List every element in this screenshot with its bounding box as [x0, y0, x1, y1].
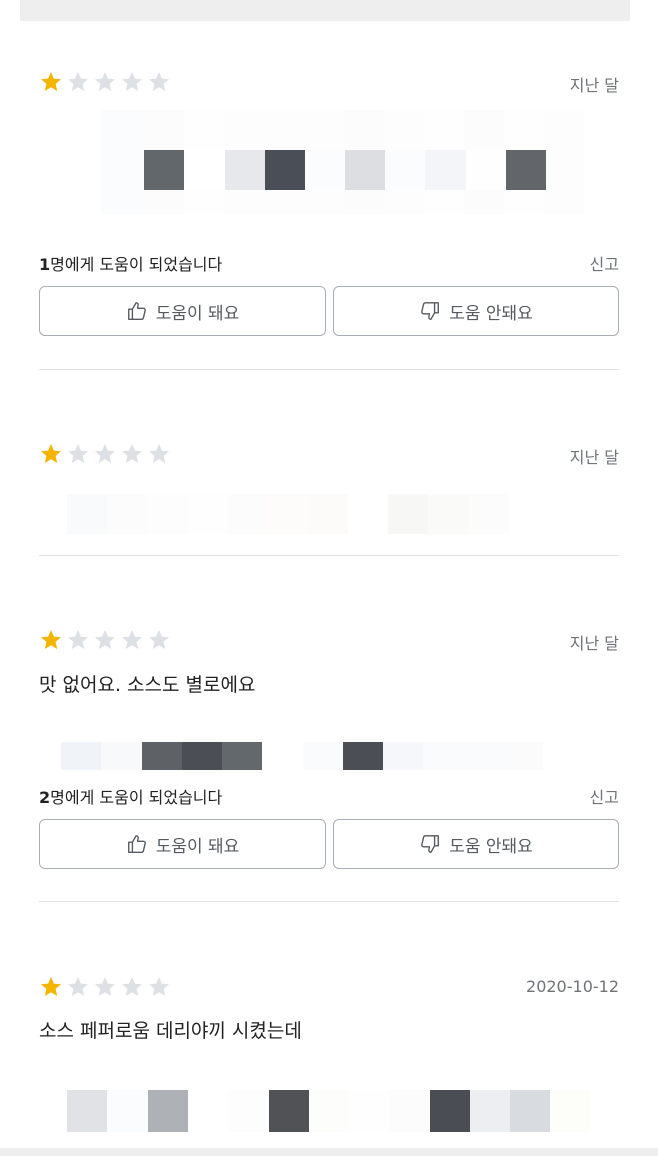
star-icon: [149, 72, 169, 91]
star-rating: [39, 628, 171, 652]
report-link[interactable]: 신고: [590, 251, 619, 275]
review-date: 지난 달: [569, 448, 619, 467]
thumbs-up-icon: [127, 302, 146, 320]
star-icon: [41, 444, 61, 463]
review-text: 맛 없어요. 소스도 별로에요: [39, 674, 256, 696]
star-icon: [41, 72, 61, 91]
star-icon: [122, 72, 142, 91]
star-icon: [149, 630, 169, 649]
star-icon: [68, 72, 88, 91]
star-icon: [41, 630, 61, 649]
thumbs-up-icon: [127, 835, 146, 853]
star-icon: [122, 444, 142, 463]
review-date: 지난 달: [569, 76, 619, 95]
star-rating: [39, 70, 171, 94]
blurred-review-image-row: [144, 150, 546, 190]
star-icon: [122, 977, 142, 996]
star-rating: [39, 442, 171, 466]
review-date: 2020-10-12: [526, 977, 619, 996]
review-card-4: 2020-10-12 소스 페퍼로움 데리야끼 시켰는데: [39, 902, 619, 1148]
star-icon: [95, 72, 115, 91]
report-link[interactable]: 신고: [590, 784, 619, 808]
star-icon: [122, 630, 142, 649]
helpful-count-text: 2명에게 도움이 되었습니다: [39, 788, 223, 807]
star-icon: [149, 444, 169, 463]
star-icon: [41, 977, 61, 996]
star-rating: [39, 975, 171, 999]
blurred-review-image: [61, 742, 543, 770]
review-date: 지난 달: [569, 634, 619, 653]
helpful-count-text: 1명에게 도움이 되었습니다: [39, 255, 223, 274]
star-icon: [68, 977, 88, 996]
blurred-review-image: [67, 494, 509, 534]
not-helpful-button[interactable]: 도움 안돼요: [333, 819, 619, 869]
star-icon: [68, 630, 88, 649]
review-card-3: 지난 달 맛 없어요. 소스도 별로에요 2명에게 도움이 되었습니다 신고 도…: [39, 556, 619, 902]
review-card-2: 지난 달: [39, 370, 619, 556]
star-icon: [68, 444, 88, 463]
blurred-review-image: [67, 1090, 590, 1132]
helpful-button[interactable]: 도움이 돼요: [39, 819, 326, 869]
thumbs-down-icon: [421, 302, 440, 320]
star-icon: [95, 444, 115, 463]
review-text: 소스 페퍼로움 데리야끼 시켰는데: [39, 1020, 302, 1042]
star-icon: [149, 977, 169, 996]
bottom-separator-band: [0, 1148, 658, 1156]
star-icon: [95, 630, 115, 649]
helpful-button[interactable]: 도움이 돼요: [39, 286, 326, 336]
thumbs-down-icon: [421, 835, 440, 853]
review-card-1: 지난 달 1명에게 도움이 되었습니다 신고 도움이 돼요 도움 안돼요: [39, 0, 619, 360]
star-icon: [95, 977, 115, 996]
not-helpful-button[interactable]: 도움 안돼요: [333, 286, 619, 336]
